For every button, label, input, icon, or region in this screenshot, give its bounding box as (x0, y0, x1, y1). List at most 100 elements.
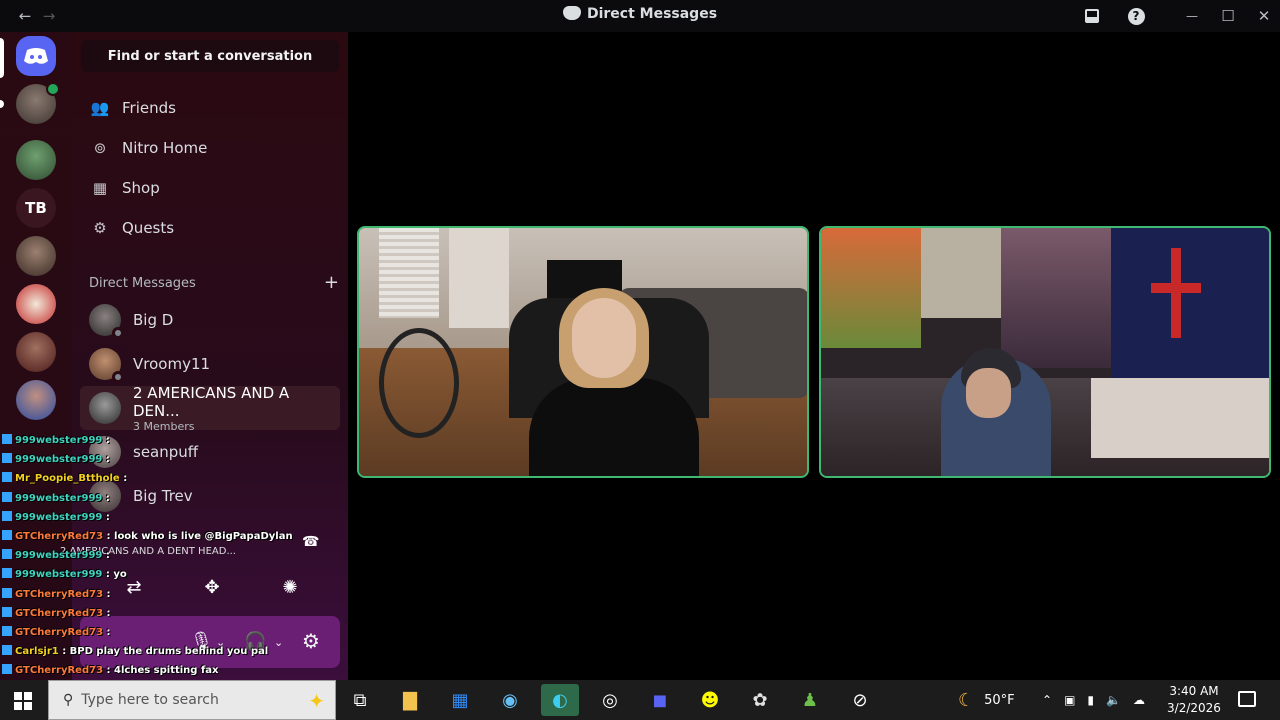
snapchat-icon: ☻ (700, 689, 720, 711)
chat-username: 999webster999 (15, 492, 103, 504)
chat-badge-icon (2, 453, 12, 464)
notifications-icon[interactable] (1238, 691, 1256, 707)
system-clock[interactable]: 3:40 AM 3/2/2026 (1158, 683, 1230, 717)
avatar (89, 348, 124, 383)
chat-username: GTCherryRed73 (15, 531, 104, 542)
chat-badge-icon (2, 606, 12, 617)
discord-taskbar-button[interactable]: ◼ (641, 684, 679, 716)
chat-text: : (105, 435, 110, 446)
start-windows-icon (14, 692, 22, 700)
edge-button[interactable]: ◐ (541, 684, 579, 716)
task-view-icon: ⧉ (353, 689, 367, 711)
window-blinds (379, 228, 439, 318)
person-body (529, 378, 699, 476)
video-tile-2[interactable] (819, 226, 1271, 478)
home-button[interactable] (16, 36, 56, 76)
dm-item-group[interactable]: 2 AMERICANS AND A DEN... 3 Members (80, 384, 340, 433)
bed-sheets (1091, 378, 1269, 458)
chevron-up-icon[interactable]: ⌃ (1042, 693, 1052, 707)
app-button-10[interactable]: ⊘ (841, 684, 879, 716)
window-title-text: Direct Messages (586, 6, 718, 22)
chat-badge-icon (2, 587, 12, 598)
task-view-button[interactable]: ⧉ (341, 684, 379, 716)
server-avatar-2[interactable] (16, 140, 56, 180)
store-button[interactable]: ▦ (441, 684, 479, 716)
folder-icon: ▇ (403, 689, 417, 711)
status-offline-icon (112, 371, 124, 383)
search-icon: ⚲ (63, 692, 74, 708)
chat-username: 999webster999 (15, 569, 103, 581)
chat-message: 999webster999 : (2, 491, 110, 508)
obs-button[interactable]: ◎ (591, 684, 629, 716)
dm-group-text: 2 AMERICANS AND A DEN... 3 Members (133, 384, 340, 433)
weather-widget[interactable]: ☾ 50°F (958, 680, 1015, 720)
nav-friends[interactable]: 👥 Friends (80, 90, 340, 126)
maximize-button[interactable]: ☐ (1216, 4, 1240, 28)
chat-badge-icon (2, 472, 12, 483)
inbox-button[interactable] (1082, 4, 1102, 28)
steam-icon: ◉ (502, 689, 518, 711)
chat-username: 999webster999 (15, 550, 103, 562)
server-tb-label: TB (25, 199, 47, 217)
minimize-icon: — (1186, 9, 1198, 23)
avatar (89, 392, 121, 424)
chat-badge-icon (2, 626, 12, 636)
chat-message: 999webster999 : yo (2, 568, 127, 584)
server-avatar-6[interactable] (16, 332, 56, 372)
search-placeholder: Type here to search (81, 692, 219, 708)
volume-icon[interactable]: 🔈 (1106, 693, 1121, 707)
app-button-8[interactable]: ✿ (741, 684, 779, 716)
video-tile-1[interactable] (357, 226, 809, 478)
steam-button[interactable]: ◉ (491, 684, 529, 716)
chat-text: : (123, 473, 128, 485)
close-button[interactable]: ✕ (1252, 4, 1276, 28)
network-icon[interactable]: ☁ (1133, 693, 1145, 707)
chat-text: : 4lches spitting fax (106, 665, 219, 677)
weather-temp: 50°F (984, 692, 1015, 708)
minimize-button[interactable]: — (1180, 4, 1204, 28)
chat-badge-icon (2, 434, 12, 444)
chat-badge-icon (2, 510, 12, 521)
server-avatar-5[interactable] (16, 284, 56, 324)
nav-quests[interactable]: ⚙ Quests (80, 210, 340, 246)
start-button[interactable] (14, 692, 32, 710)
battery-icon[interactable]: ▮ (1087, 693, 1094, 707)
windows-taskbar: ⚲ Type here to search ✦ ⧉ ▇ ▦ ◉ ◐ ◎ ◼ ☻ … (0, 680, 1280, 720)
help-icon: ? (1127, 7, 1145, 25)
dm-item-big-d[interactable]: Big D (80, 298, 340, 342)
chat-message: 999webster999 : (2, 510, 110, 527)
chat-message: GTCherryRed73 : 4lches spitting fax (2, 664, 219, 680)
poster-left (821, 228, 921, 348)
server-avatar-7[interactable] (16, 380, 56, 420)
server-tb[interactable]: TB (16, 188, 56, 228)
create-dm-button[interactable]: + (324, 274, 339, 292)
nitro-icon: ⊚ (93, 139, 107, 157)
file-explorer-button[interactable]: ▇ (391, 684, 429, 716)
chat-username: 999webster999 (15, 454, 103, 466)
chat-message: GTCherryRed73 : (2, 587, 111, 604)
find-conversation-button[interactable]: Find or start a conversation (81, 40, 339, 72)
dm-name: Big D (133, 311, 174, 329)
dm-section-header: Direct Messages + (89, 274, 339, 292)
chat-badge-icon (2, 491, 12, 502)
tapestry (1001, 228, 1111, 368)
maximize-icon: ☐ (1221, 7, 1235, 25)
nav-nitro-home[interactable]: ⊚ Nitro Home (80, 130, 340, 166)
close-icon: ✕ (1257, 7, 1271, 25)
chat-username: 999webster999 (15, 511, 103, 523)
server-avatar-4[interactable] (16, 236, 56, 276)
chat-text: : (105, 454, 110, 466)
chat-text: : (106, 607, 111, 619)
meet-now-icon[interactable]: ▣ (1064, 693, 1075, 707)
taskbar-search-box[interactable]: ⚲ Type here to search ✦ (48, 680, 336, 720)
server-avatar-1[interactable] (16, 82, 60, 124)
chat-username: GTCherryRed73 (15, 588, 104, 600)
status-offline-icon (112, 327, 124, 339)
app-button-9[interactable]: ♟ (791, 684, 829, 716)
nav-shop[interactable]: ▦ Shop (80, 170, 340, 206)
snapchat-button[interactable]: ☻ (691, 684, 729, 716)
dm-item-vroomy11[interactable]: Vroomy11 (80, 342, 340, 386)
obs-icon: ◎ (602, 689, 618, 711)
chat-text: : (106, 588, 111, 600)
help-button[interactable]: ? (1126, 4, 1146, 28)
